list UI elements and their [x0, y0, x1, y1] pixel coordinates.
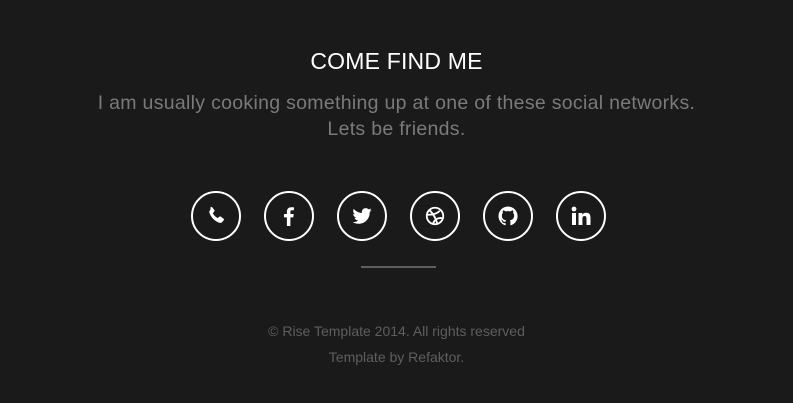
credit-text: Template by Refaktor.	[0, 348, 793, 366]
contact-footer: COME FIND ME I am usually cooking someth…	[0, 0, 793, 403]
github-icon	[498, 206, 518, 226]
section-subtitle: I am usually cooking something up at one…	[97, 92, 696, 140]
phone-icon	[209, 206, 224, 223]
twitter-button[interactable]	[337, 191, 387, 241]
refaktor-link[interactable]: Refaktor	[408, 349, 460, 365]
social-links	[191, 191, 611, 241]
linkedin-button[interactable]	[556, 191, 606, 241]
twitter-icon	[352, 208, 372, 224]
github-button[interactable]	[483, 191, 533, 241]
dribbble-button[interactable]	[410, 191, 460, 241]
credit-prefix: Template by	[328, 349, 409, 365]
divider	[361, 266, 436, 268]
section-title: COME FIND ME	[310, 48, 483, 74]
linkedin-icon	[571, 206, 591, 225]
credit-suffix: .	[460, 349, 465, 365]
copyright-text: © Rise Template 2014. All rights reserve…	[268, 323, 525, 339]
phone-button[interactable]	[191, 191, 241, 241]
facebook-icon	[284, 207, 294, 226]
facebook-button[interactable]	[264, 191, 314, 241]
dribbble-icon	[425, 206, 445, 226]
